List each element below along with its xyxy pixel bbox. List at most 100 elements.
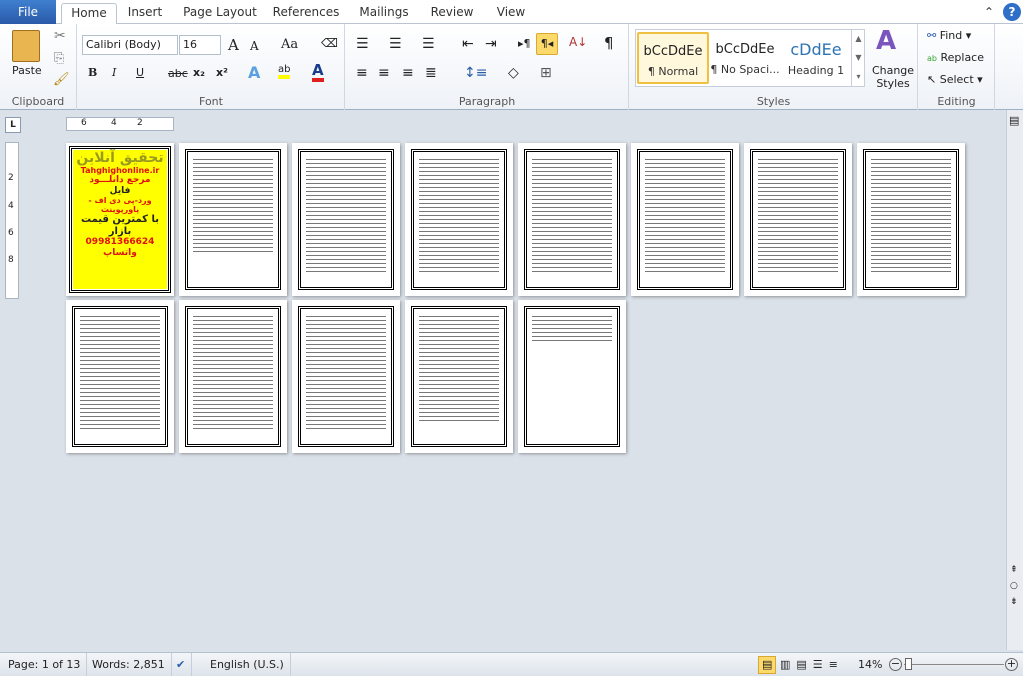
style-preview: cDdEe — [790, 40, 842, 59]
tab-insert[interactable]: Insert — [122, 3, 168, 24]
tab-view[interactable]: View — [492, 3, 530, 24]
rtl-icon[interactable]: ¶◂ — [536, 33, 558, 55]
shrink-font-icon[interactable]: A — [250, 39, 259, 53]
multilevel-list-icon[interactable]: ☰ — [422, 36, 435, 52]
copy-icon[interactable]: ⎘ — [54, 51, 64, 66]
minimize-ribbon-icon[interactable]: ⌃ — [982, 3, 996, 24]
strikethrough-button[interactable]: abc — [168, 67, 188, 80]
view-buttons[interactable]: ▥▤☰≡ — [780, 653, 844, 676]
page-border — [750, 149, 846, 290]
help-icon[interactable]: ? — [1003, 3, 1021, 21]
subscript-button[interactable]: x₂ — [193, 66, 205, 79]
style-normal[interactable]: bCcDdEe ¶ Normal — [637, 32, 709, 84]
styles-group: bCcDdEe ¶ Normal bCcDdEe ¶ No Spaci... cDd… — [630, 24, 918, 110]
word-count[interactable]: Words: 2,851 — [86, 653, 172, 676]
status-bar: Page: 1 of 13 Words: 2,851 ✔ English (U.… — [0, 652, 1023, 676]
page-text — [306, 157, 386, 273]
underline-button[interactable]: U — [136, 66, 144, 79]
page-thumbnail[interactable] — [857, 143, 965, 296]
numbering-icon[interactable]: ☰ — [389, 36, 402, 52]
superscript-button[interactable]: x² — [216, 66, 228, 79]
select-button[interactable]: ↖ Select ▾ — [927, 73, 983, 86]
zoom-slider[interactable] — [904, 664, 1004, 665]
italic-button[interactable]: I — [112, 66, 116, 79]
page-thumbnail[interactable] — [518, 300, 626, 453]
page-thumbnail[interactable] — [631, 143, 739, 296]
cover-site: Tahghighonline.ir — [80, 166, 160, 176]
grow-font-icon[interactable]: A — [228, 36, 239, 54]
cut-icon[interactable]: ✂ — [54, 28, 66, 44]
align-left-icon[interactable]: ≡ — [356, 65, 368, 81]
style-no-spacing[interactable]: bCcDdEe ¶ No Spaci... — [709, 32, 781, 84]
page-border — [185, 149, 281, 290]
ruler-tick: 6 — [81, 118, 87, 128]
tab-page-layout[interactable]: Page Layout — [180, 3, 260, 24]
page-text — [306, 314, 386, 430]
vertical-ruler[interactable]: 2 4 6 8 — [5, 142, 19, 299]
zoom-level[interactable]: 14% — [858, 653, 882, 676]
proofing-icon[interactable]: ✔ — [170, 653, 193, 676]
show-formatting-button[interactable]: ¶ — [604, 34, 614, 52]
decrease-indent-icon[interactable]: ⇤ — [462, 36, 474, 52]
center-icon[interactable]: ≡ — [378, 65, 390, 81]
view-ruler-icon[interactable]: ▤ — [1009, 114, 1019, 127]
font-name-select[interactable]: Calibri (Body) — [82, 35, 178, 55]
page-thumbnail[interactable] — [292, 300, 400, 453]
tab-mailings[interactable]: Mailings — [355, 3, 413, 24]
increase-indent-icon[interactable]: ⇥ — [485, 36, 497, 52]
page-thumbnail[interactable] — [179, 300, 287, 453]
bullets-icon[interactable]: ☰ — [356, 36, 369, 52]
highlight-icon[interactable]: ab — [278, 64, 291, 79]
language[interactable]: English (U.S.) — [204, 653, 291, 676]
line-spacing-icon[interactable]: ↕≡ — [464, 65, 487, 81]
tab-home[interactable]: Home — [61, 3, 117, 25]
ltr-icon[interactable]: ▸¶ — [518, 37, 531, 50]
format-painter-icon[interactable]: 🖌 — [53, 72, 70, 87]
paste-icon[interactable] — [12, 30, 40, 62]
styles-scroll[interactable]: ▲ ▼ ▾ — [851, 29, 865, 87]
find-button[interactable]: ⚯ Find ▾ — [927, 29, 971, 42]
shading-icon[interactable]: ◇ — [508, 65, 519, 81]
vertical-scrollbar[interactable]: ▤ ⇞ ○ ⇟ — [1006, 110, 1023, 650]
cover-line: مرجع دانلـــود — [89, 175, 151, 186]
tab-references[interactable]: References — [272, 3, 340, 24]
page-count[interactable]: Page: 1 of 13 — [2, 653, 88, 676]
font-color-icon[interactable]: A — [312, 63, 324, 82]
page-thumbnail[interactable] — [66, 300, 174, 453]
horizontal-ruler[interactable]: 6 4 2 — [66, 117, 174, 131]
change-styles-button[interactable]: Change Styles — [870, 64, 916, 90]
font-size-select[interactable]: 16 — [179, 35, 221, 55]
editing-group: ⚯ Find ▾ ab Replace ↖ Select ▾ Editing — [919, 24, 995, 110]
change-case-button[interactable]: Aa — [281, 37, 298, 52]
tab-file[interactable]: File — [0, 0, 56, 24]
ruler-tick: 4 — [111, 118, 117, 128]
text-effects-icon[interactable]: A — [248, 63, 260, 82]
tab-selector[interactable]: L — [5, 117, 21, 133]
zoom-slider-thumb[interactable] — [905, 658, 912, 670]
bold-button[interactable]: B — [88, 66, 97, 79]
change-styles-icon[interactable]: A — [876, 26, 896, 56]
paste-button[interactable]: Paste — [12, 64, 42, 77]
page-thumbnail[interactable] — [518, 143, 626, 296]
browse-buttons[interactable]: ⇞ ○ ⇟ — [1010, 562, 1018, 610]
print-layout-icon[interactable]: ▤ — [758, 656, 777, 674]
tab-review[interactable]: Review — [428, 3, 476, 24]
ribbon: Paste ✂ ⎘ 🖌 Clipboard Calibri (Body) 16 … — [0, 24, 1023, 110]
page-thumbnail[interactable] — [292, 143, 400, 296]
style-heading-1[interactable]: cDdEe Heading 1 — [780, 32, 852, 84]
align-right-icon[interactable]: ≡ — [402, 65, 414, 81]
page-thumbnail[interactable] — [405, 300, 513, 453]
page-1-cover[interactable]: تحقیق آنلاین Tahghighonline.ir مرجع دانل… — [66, 143, 174, 296]
page-thumbnail[interactable] — [405, 143, 513, 296]
borders-icon[interactable]: ⊞ — [540, 65, 552, 81]
replace-button[interactable]: ab Replace — [927, 51, 984, 64]
clipboard-group: Paste ✂ ⎘ 🖌 Clipboard — [0, 24, 77, 110]
page-thumbnail[interactable] — [744, 143, 852, 296]
justify-icon[interactable]: ≣ — [425, 65, 437, 81]
clear-formatting-icon[interactable]: ⌫ — [321, 36, 338, 50]
sort-icon[interactable]: A↓ — [569, 35, 587, 49]
zoom-in-icon[interactable]: + — [1005, 658, 1018, 671]
zoom-out-icon[interactable]: − — [889, 658, 902, 671]
page-thumbnail[interactable] — [179, 143, 287, 296]
page-text — [419, 157, 499, 273]
